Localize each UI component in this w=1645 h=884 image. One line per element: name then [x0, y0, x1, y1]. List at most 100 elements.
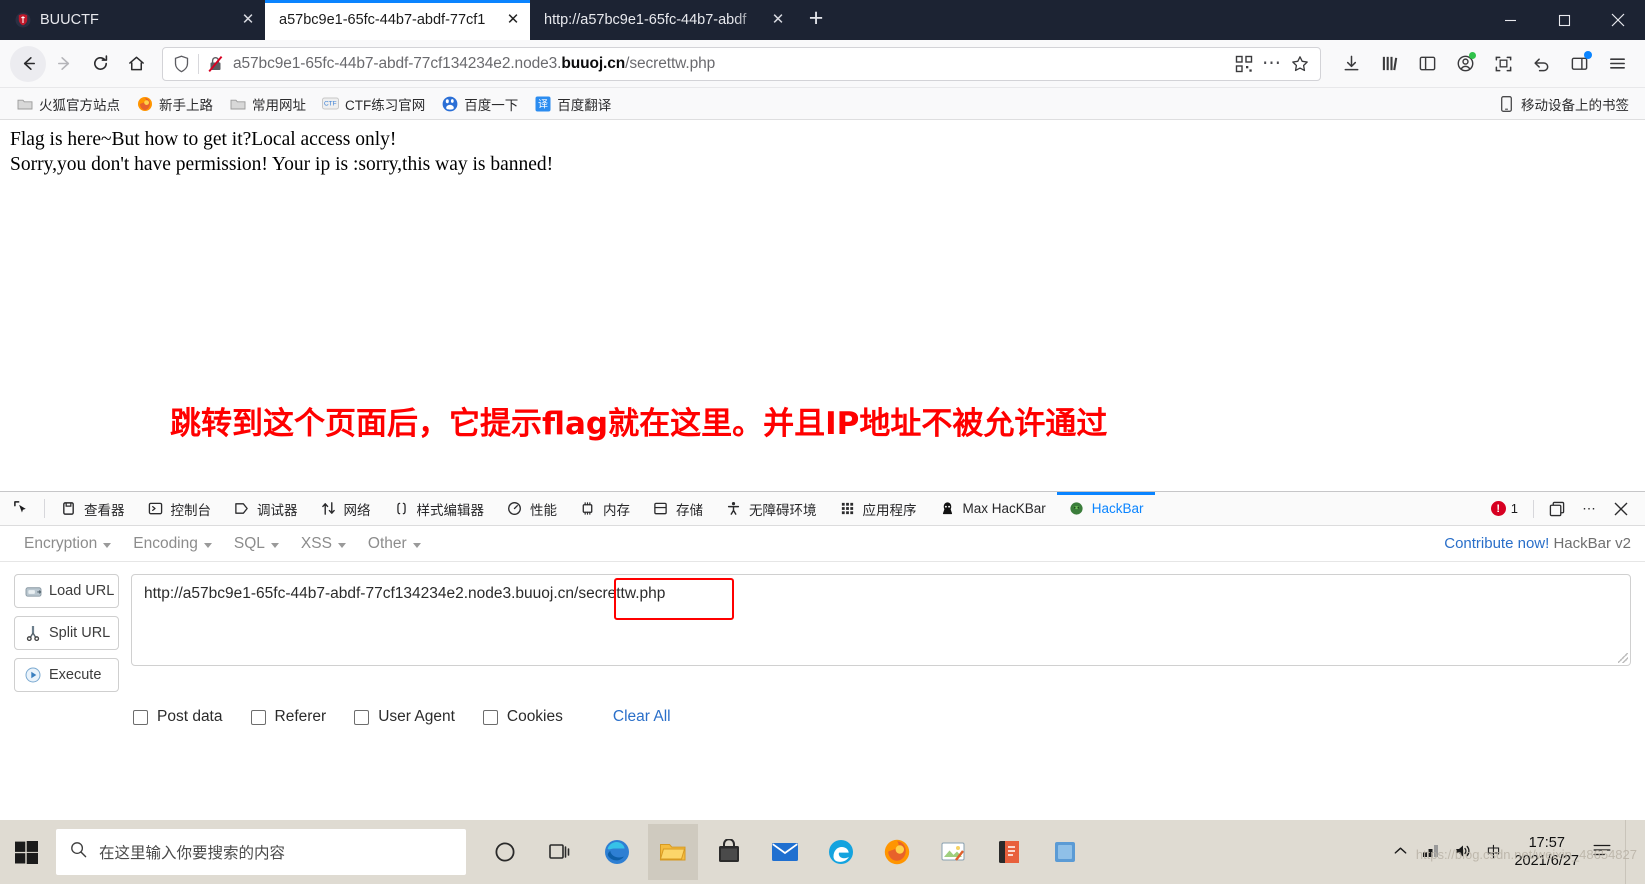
undo-icon[interactable] [1523, 46, 1559, 82]
checkbox-box[interactable] [133, 709, 148, 725]
devtools-tab-accessibility[interactable]: 无障碍环境 [714, 492, 828, 525]
bookmark-item-baidu[interactable]: 百度一下 [433, 91, 526, 117]
clear-all-link[interactable]: Clear All [613, 708, 671, 726]
toolbar-icons [1333, 46, 1635, 82]
taskbar-mail-icon[interactable] [760, 824, 810, 880]
windows-start-icon[interactable] [0, 820, 52, 884]
chevron-up-icon[interactable] [1393, 844, 1408, 860]
user-agent-checkbox[interactable]: User Agent [354, 708, 455, 726]
hackbar-url-input[interactable]: http://a57bc9e1-65fc-44b7-abdf-77cf13423… [131, 574, 1631, 666]
contribute-link[interactable]: Contribute now! [1444, 535, 1549, 552]
taskbar-firefox-icon[interactable] [872, 824, 922, 880]
devtools-tab-style-editor[interactable]: 样式编辑器 [382, 492, 496, 525]
hackbar-menu-encoding[interactable]: Encoding [123, 533, 222, 555]
devtools-tab-memory[interactable]: 内存 [568, 492, 641, 525]
sidebar-icon[interactable] [1409, 46, 1445, 82]
textarea-resize-handle[interactable] [1618, 653, 1628, 663]
back-arrow-icon[interactable] [10, 45, 46, 82]
bookmark-star-icon[interactable] [1286, 50, 1314, 78]
checkbox-label: User Agent [378, 708, 455, 725]
checkbox-box[interactable] [354, 709, 370, 725]
devtools-more-ellipsis-icon[interactable]: ⋯ [1575, 495, 1603, 523]
page-actions-ellipsis-icon[interactable]: ⋯ [1258, 50, 1286, 78]
bookmark-item-common-sites[interactable]: 常用网址 [221, 91, 314, 117]
devtools-tab-debugger[interactable]: 调试器 [222, 492, 309, 525]
bookmark-item-baidu-translate[interactable]: 译 百度翻译 [526, 91, 619, 117]
split-console-icon[interactable] [1543, 495, 1571, 523]
menu-icon[interactable] [1599, 46, 1635, 82]
devtools-tab-console[interactable]: 控制台 [136, 492, 223, 525]
devtools-tab-storage[interactable]: 存储 [641, 492, 714, 525]
container-tabs-icon[interactable] [1561, 46, 1597, 82]
browser-tab-url[interactable]: http://a57bc9e1-65fc-44b7-abdf ✕ [530, 0, 795, 40]
lock-slashed-icon[interactable] [207, 55, 224, 73]
bookmark-item-ctf[interactable]: CTF CTF练习官网 [314, 91, 433, 117]
element-picker-icon[interactable] [2, 492, 40, 525]
annotation-text: 跳转到这个页面后，它提示flag就在这里。并且IP地址不被允许通过 [170, 406, 1108, 442]
screenshot-icon[interactable] [1485, 46, 1521, 82]
home-icon[interactable] [118, 46, 154, 82]
bookmark-label: 常用网址 [252, 97, 306, 113]
shield-icon[interactable] [173, 55, 190, 73]
tab-close-icon[interactable]: ✕ [767, 9, 789, 31]
bookmark-item-newbie[interactable]: 新手上路 [128, 91, 221, 117]
account-icon[interactable] [1447, 46, 1483, 82]
checkbox-box[interactable] [482, 709, 498, 725]
qr-code-icon[interactable] [1230, 50, 1258, 78]
taskbar-teams-icon[interactable] [1040, 824, 1090, 880]
page-line-2: Sorry,you don't have permission! Your ip… [10, 153, 554, 175]
hackbar-menu-encryption[interactable]: Encryption [14, 533, 121, 555]
bookmark-item-mobile[interactable]: 移动设备上的书签 [1490, 91, 1637, 117]
devtools-tab-application[interactable]: 应用程序 [828, 492, 928, 525]
cookies-checkbox[interactable]: Cookies [482, 708, 563, 726]
split-url-button[interactable]: Split URL [14, 616, 119, 650]
taskbar-edge-legacy-icon[interactable] [816, 824, 866, 880]
tab-close-icon[interactable]: ✕ [502, 9, 524, 31]
devtools-tab-hackbar[interactable]: HackBar [1056, 492, 1155, 525]
devtools-tab-network[interactable]: 网络 [309, 492, 382, 525]
taskbar-snipping-tool-icon[interactable] [928, 824, 978, 880]
devtools-tab-max-hackbar[interactable]: Max HacKBar [928, 492, 1057, 525]
taskbar-task-view-icon[interactable] [536, 824, 586, 880]
maximize-button[interactable] [1537, 0, 1591, 40]
browser-tab-active[interactable]: a57bc9e1-65fc-44b7-abdf-77cf1 ✕ [265, 0, 530, 40]
taskbar-edge-chromium-icon[interactable] [592, 824, 642, 880]
devtools-divider [1533, 499, 1534, 518]
downloads-icon[interactable] [1333, 46, 1369, 82]
bookmark-item-firefox-official[interactable]: 火狐官方站点 [8, 91, 128, 117]
minimize-button[interactable] [1483, 0, 1537, 40]
post-data-checkbox[interactable]: Post data [133, 708, 223, 726]
tab-close-icon[interactable]: ✕ [237, 9, 259, 31]
new-tab-button[interactable]: + [795, 0, 837, 40]
browser-tab-buuctf[interactable]: BUUCTF ✕ [0, 0, 265, 40]
forward-arrow-icon[interactable] [46, 46, 82, 82]
checkbox-label: Post data [157, 708, 223, 725]
library-icon[interactable] [1371, 46, 1407, 82]
taskbar-file-explorer-icon[interactable] [648, 824, 698, 880]
bookmark-label: 新手上路 [159, 97, 213, 113]
error-badge[interactable]: ! 1 [1490, 501, 1518, 516]
devtools-tab-inspector[interactable]: 查看器 [49, 492, 136, 525]
taskbar-cortana-icon[interactable] [480, 824, 530, 880]
taskbar-search-box[interactable]: 在这里输入你要搜索的内容 [56, 829, 466, 875]
svg-text:译: 译 [538, 98, 548, 110]
style-editor-icon [393, 500, 410, 517]
address-bar[interactable]: a57bc9e1-65fc-44b7-abdf-77cf134234e2.nod… [162, 46, 1321, 81]
close-window-button[interactable] [1591, 0, 1645, 40]
bookmark-label: 百度一下 [464, 97, 519, 113]
hackbar-menu-xss[interactable]: XSS [291, 533, 356, 555]
bookmarks-bar: 火狐官方站点 新手上路 常用网址 CTF CTF练习官网 百度一下 译 百度翻译… [0, 88, 1645, 120]
referer-checkbox[interactable]: Referer [250, 708, 326, 726]
reload-icon[interactable] [82, 46, 118, 82]
taskbar-pdf-icon[interactable] [984, 824, 1034, 880]
taskbar-store-icon[interactable] [704, 824, 754, 880]
execute-button[interactable]: Execute [14, 658, 119, 692]
checkbox-box[interactable] [250, 709, 266, 725]
devtools-close-icon[interactable] [1607, 495, 1635, 523]
hackbar-button-column: Load URL Split URL Execute [14, 574, 119, 692]
devtools-tab-performance[interactable]: 性能 [495, 492, 568, 525]
load-url-button[interactable]: Load URL [14, 574, 119, 608]
hackbar-menu-other[interactable]: Other [358, 533, 431, 555]
storage-icon [652, 500, 669, 517]
hackbar-menu-sql[interactable]: SQL [224, 533, 289, 555]
